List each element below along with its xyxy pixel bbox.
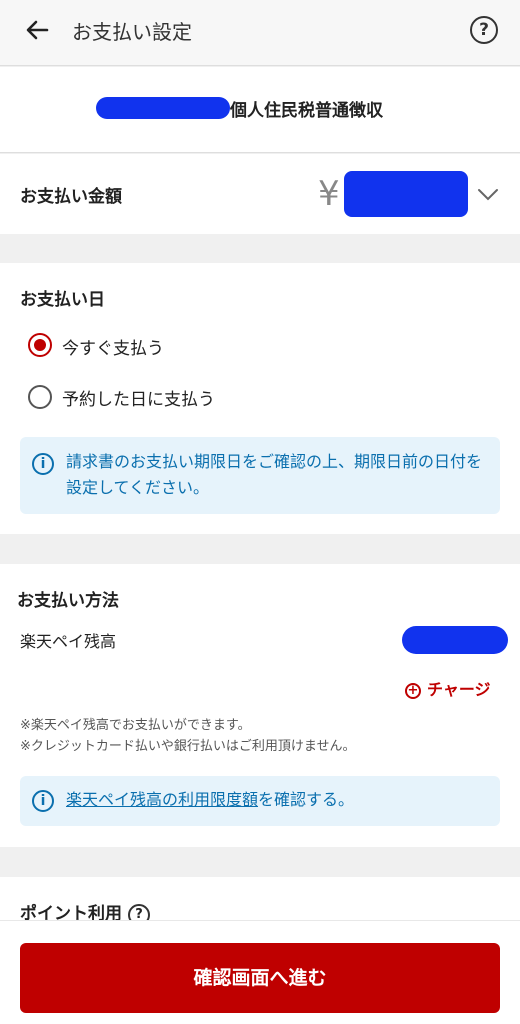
charge-button[interactable]: + チャージ bbox=[405, 676, 491, 700]
radio-pay-now-label[interactable]: 今すぐ支払う bbox=[62, 334, 164, 359]
page-title: お支払い設定 bbox=[72, 20, 192, 44]
charge-label[interactable]: チャージ bbox=[427, 680, 491, 699]
currency-symbol: ¥ bbox=[318, 174, 340, 214]
redacted-payee-name bbox=[96, 97, 230, 119]
radio-unselected-icon[interactable] bbox=[28, 385, 52, 409]
arrow-left-icon[interactable] bbox=[22, 15, 52, 45]
confirm-button[interactable]: 確認画面へ進む bbox=[20, 943, 500, 1013]
pay-method-title: お支払い方法 bbox=[17, 591, 119, 611]
amount-label: お支払い金額 bbox=[20, 187, 122, 207]
pay-date-section: お支払い日 今すぐ支払う 予約した日に支払う i 請求書のお支払い期限日をご確認… bbox=[0, 263, 520, 534]
info-icon: i bbox=[32, 790, 54, 812]
limit-link[interactable]: 楽天ペイ残高の利用限度額 bbox=[66, 790, 258, 809]
radio-pay-scheduled-label[interactable]: 予約した日に支払う bbox=[62, 385, 215, 410]
pay-method-section: お支払い方法 楽天ペイ残高 + チャージ ※楽天ペイ残高でお支払いができます。 ※… bbox=[0, 564, 520, 847]
amount-row[interactable]: お支払い金額 ¥ bbox=[0, 154, 520, 234]
redacted-amount bbox=[344, 171, 468, 217]
limit-info-suffix: を確認する。 bbox=[258, 790, 355, 809]
limit-info-box: i 楽天ペイ残高の利用限度額を確認する。 bbox=[20, 776, 500, 826]
payee-label: 個人住民税普通徴収 bbox=[230, 101, 383, 121]
pay-date-title: お支払い日 bbox=[20, 290, 105, 310]
pay-method-name: 楽天ペイ残高 bbox=[20, 632, 117, 651]
pay-date-info-box: i 請求書のお支払い期限日をご確認の上、期限日前の日付を設定してください。 bbox=[20, 437, 500, 514]
pay-method-note-1: ※楽天ペイ残高でお支払いができます。 bbox=[20, 718, 251, 733]
footer-bar: 確認画面へ進む bbox=[0, 920, 520, 1024]
question-circle-icon[interactable]: ? bbox=[470, 16, 498, 44]
chevron-down-icon[interactable] bbox=[476, 182, 500, 206]
pay-method-note-2: ※クレジットカード払いや銀行払いはご利用頂けません。 bbox=[20, 739, 356, 754]
plus-circle-icon: + bbox=[405, 683, 421, 699]
app-header: お支払い設定 ? bbox=[0, 0, 520, 66]
payee-row: 個人住民税普通徴収 bbox=[0, 67, 520, 153]
pay-date-info-text: 請求書のお支払い期限日をご確認の上、期限日前の日付を設定してください。 bbox=[66, 452, 483, 497]
redacted-balance bbox=[402, 626, 508, 654]
radio-selected-icon[interactable] bbox=[28, 333, 52, 357]
info-icon: i bbox=[32, 453, 54, 475]
